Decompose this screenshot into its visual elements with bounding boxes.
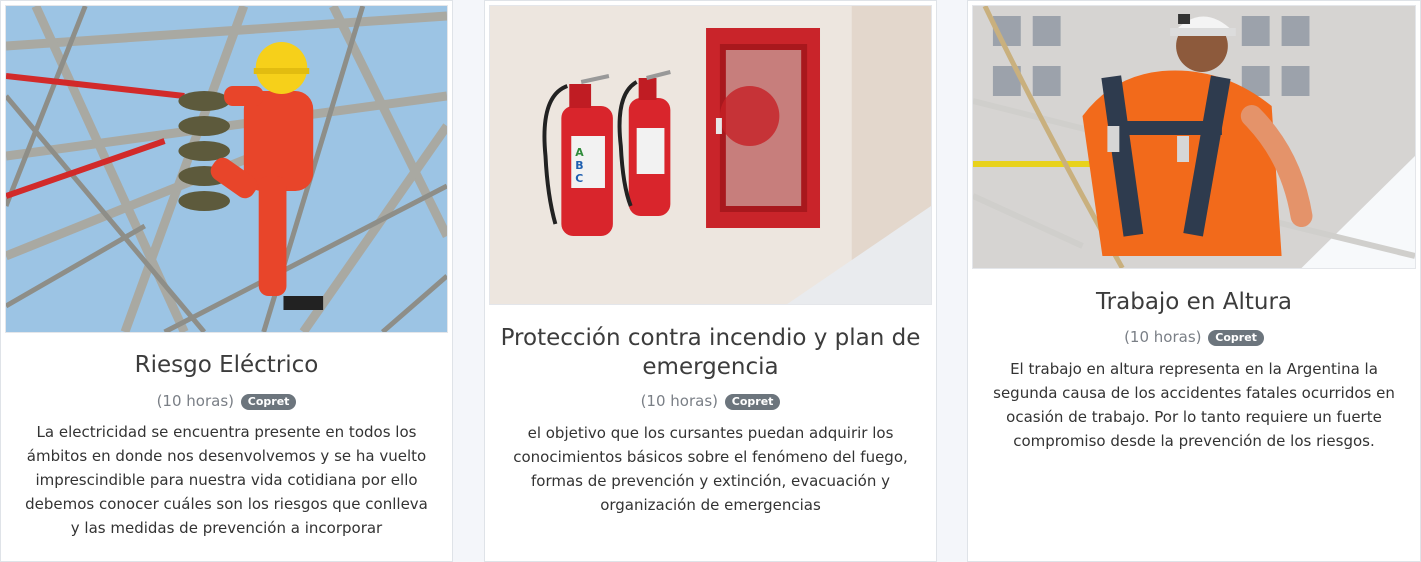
svg-text:C: C [575, 172, 583, 185]
course-hours: (10 horas) [640, 392, 718, 410]
course-description: El trabajo en altura representa en la Ar… [993, 360, 1395, 450]
course-card-trabajo-altura[interactable]: Trabajo en Altura (10 horas) Copret El t… [967, 0, 1421, 562]
provider-badge: Copret [240, 394, 297, 410]
provider-badge: Copret [1208, 330, 1264, 346]
course-description: el objetivo que los cursantes puedan adq… [513, 424, 908, 514]
worker-harness-photo [973, 6, 1415, 268]
course-card-riesgo-electrico[interactable]: Riesgo Eléctrico (10 horas) Copret La el… [0, 0, 453, 562]
course-description: La electricidad se encuentra presente en… [25, 423, 428, 537]
electrician-photo [6, 6, 447, 332]
svg-text:A: A [575, 146, 584, 159]
course-title[interactable]: Riesgo Eléctrico [1, 351, 452, 380]
course-meta: (10 horas) Copret [1, 391, 452, 411]
svg-text:B: B [575, 159, 583, 172]
fire-extinguishers-photo: A B C [490, 6, 931, 304]
course-image[interactable] [5, 5, 448, 333]
provider-badge: Copret [724, 394, 781, 410]
course-image[interactable] [972, 5, 1416, 269]
course-title[interactable]: Protección contra incendio y plan de eme… [485, 324, 936, 382]
course-hours: (10 horas) [156, 392, 234, 410]
course-card-proteccion-incendio[interactable]: A B C Protección contra incendio y plan … [484, 0, 937, 562]
course-meta: (10 horas) Copret [485, 391, 936, 411]
course-meta: (10 horas) Copret [968, 327, 1420, 347]
course-title[interactable]: Trabajo en Altura [968, 288, 1420, 317]
course-hours: (10 horas) [1124, 328, 1202, 346]
course-image[interactable]: A B C [489, 5, 932, 305]
